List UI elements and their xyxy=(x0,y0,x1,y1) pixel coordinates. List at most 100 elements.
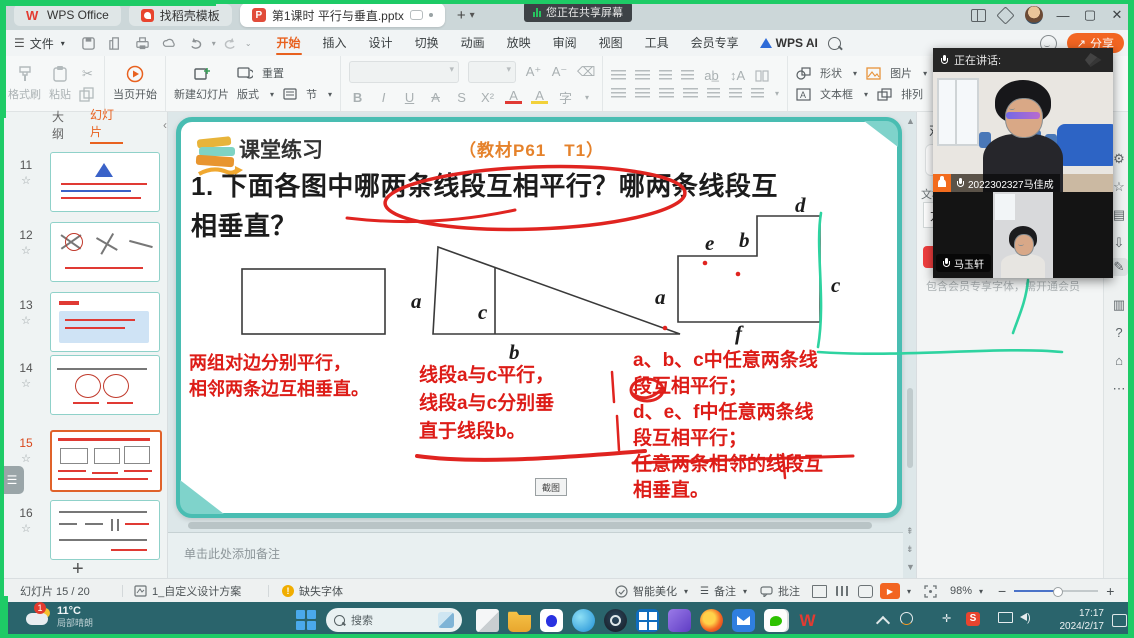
columns-icon[interactable] xyxy=(755,70,769,82)
more-icon[interactable]: ⋯ xyxy=(1110,380,1128,398)
arrange-icon[interactable] xyxy=(877,88,892,101)
menu-member[interactable]: 会员专享 xyxy=(680,30,750,56)
notification-center-icon[interactable] xyxy=(1112,614,1127,627)
sogou-icon[interactable]: S xyxy=(966,612,980,626)
meeting-panel[interactable]: 正在讲话: 2022302327马佳成 xyxy=(933,48,1113,278)
display-icon[interactable] xyxy=(998,612,1013,626)
steam-icon[interactable] xyxy=(604,609,627,632)
play-from-current-button[interactable]: 当页开始 xyxy=(113,65,157,102)
bold-button[interactable]: B xyxy=(349,90,366,105)
star-icon[interactable] xyxy=(16,174,36,187)
zoom-in-button[interactable]: + xyxy=(1106,583,1114,599)
star-icon[interactable] xyxy=(16,244,36,257)
task-view-icon[interactable] xyxy=(476,609,499,632)
notes-button[interactable]: ☰ 备注▾ xyxy=(700,579,747,603)
save-icon[interactable] xyxy=(81,36,96,51)
menu-view[interactable]: 视图 xyxy=(588,30,634,56)
taskbar-clock[interactable]: 17:17 2024/2/17 xyxy=(1046,607,1104,633)
file-explorer-icon[interactable] xyxy=(508,609,531,632)
menu-insert[interactable]: 插入 xyxy=(312,30,358,56)
split-view-icon[interactable] xyxy=(971,9,986,22)
distribute-icon[interactable] xyxy=(707,88,720,99)
quickbar-caret-icon[interactable]: ⌄ xyxy=(245,39,252,48)
account-avatar[interactable] xyxy=(1025,6,1043,24)
screenshot-button[interactable]: 截图 xyxy=(535,478,567,496)
zoom-slider[interactable] xyxy=(1014,590,1098,592)
shapes-icon[interactable] xyxy=(796,67,811,80)
slide-canvas[interactable]: 课堂练习 （教材P61 T1） 1. 下面各图中哪两条线段互相平行？哪两条线段互… xyxy=(176,117,902,518)
menu-review[interactable]: 审阅 xyxy=(542,30,588,56)
minimize-button[interactable]: — xyxy=(1056,8,1070,23)
copy-icon[interactable] xyxy=(79,87,94,102)
notes-area[interactable]: 单击此处添加备注 xyxy=(168,532,903,579)
horizontal-scrollbar[interactable] xyxy=(188,522,872,529)
menu-slideshow[interactable]: 放映 xyxy=(496,30,542,56)
star-icon[interactable] xyxy=(16,522,36,535)
font-color-button[interactable]: A xyxy=(505,90,522,104)
search-icon[interactable] xyxy=(828,37,841,50)
list-level-icon[interactable] xyxy=(751,88,764,99)
undo-icon[interactable] xyxy=(189,36,204,51)
tab-docer-templates[interactable]: 找稻壳模板 xyxy=(129,4,232,26)
arrange-button[interactable]: 排列 xyxy=(901,86,923,102)
normal-view-icon[interactable] xyxy=(812,585,827,598)
grow-font-icon[interactable]: A⁺ xyxy=(525,64,542,80)
shadow-button[interactable]: S xyxy=(453,90,470,105)
baidu-icon[interactable] xyxy=(540,609,563,632)
tab-slides[interactable]: 幻灯片 xyxy=(90,106,123,144)
italic-button[interactable]: I xyxy=(375,90,392,105)
qq-browser-icon[interactable] xyxy=(572,609,595,632)
help-icon[interactable]: ? xyxy=(1110,324,1128,342)
print-icon[interactable] xyxy=(135,36,150,51)
number-list-icon[interactable] xyxy=(635,70,650,81)
participant-video-2[interactable] xyxy=(993,192,1053,278)
align-center-icon[interactable] xyxy=(635,88,650,99)
wps-ai-label[interactable]: WPS AI xyxy=(776,36,818,50)
collapse-panel-icon[interactable]: ‹ xyxy=(163,118,167,132)
menu-transition[interactable]: 切换 xyxy=(404,30,450,56)
skin-icon[interactable]: ⌂ xyxy=(1110,352,1128,370)
align-left-icon[interactable] xyxy=(611,88,626,99)
start-button[interactable] xyxy=(296,610,316,630)
outdent-icon[interactable] xyxy=(659,70,672,81)
photos-app-icon[interactable] xyxy=(668,609,691,632)
line-spacing-icon[interactable]: ↕A xyxy=(729,68,746,83)
picture-button[interactable]: 图片 xyxy=(890,65,912,81)
font-size-combo[interactable] xyxy=(468,61,516,83)
maximize-button[interactable]: ▢ xyxy=(1083,7,1097,23)
fit-slide-button[interactable] xyxy=(924,579,937,603)
zoom-out-button[interactable]: − xyxy=(998,583,1006,599)
reset-icon[interactable] xyxy=(237,66,253,80)
align-right-icon[interactable] xyxy=(659,88,674,99)
zoom-level[interactable]: 98%▾ xyxy=(950,579,983,603)
slideshow-button[interactable]: ▶ ▾ xyxy=(880,579,911,603)
tray-expand-chevron[interactable] xyxy=(876,616,890,630)
tab-wps-office[interactable]: W WPS Office xyxy=(14,4,121,26)
comments-button[interactable]: 批注 xyxy=(760,579,800,603)
indent-icon[interactable] xyxy=(681,70,694,81)
mail-app-icon[interactable] xyxy=(732,609,755,632)
smart-beautify-button[interactable]: 智能美化▾ xyxy=(615,579,688,603)
section-icon[interactable] xyxy=(283,88,297,100)
slide-thumbnail-11[interactable] xyxy=(50,152,160,212)
slide-thumbnail-12[interactable] xyxy=(50,222,160,282)
section-button[interactable]: 节 xyxy=(306,86,317,102)
reset-label[interactable]: 重置 xyxy=(262,65,284,81)
missing-font-warning[interactable]: ! 缺失字体 xyxy=(282,579,343,603)
workspace-icon[interactable] xyxy=(996,6,1014,24)
tab-outline[interactable]: 大纲 xyxy=(52,108,74,142)
redo-icon[interactable] xyxy=(222,36,237,51)
paste-button[interactable]: 粘贴 xyxy=(49,65,71,102)
scroll-up-icon[interactable]: ▲ xyxy=(906,116,915,126)
wechat-icon[interactable] xyxy=(764,609,787,632)
shrink-font-icon[interactable]: A⁻ xyxy=(551,64,568,80)
bullet-list-icon[interactable] xyxy=(611,70,626,81)
shapes-button[interactable]: 形状 xyxy=(820,65,842,81)
picture-icon[interactable] xyxy=(866,67,881,80)
reading-view-icon[interactable] xyxy=(858,585,873,598)
export-icon[interactable] xyxy=(108,36,123,51)
close-button[interactable]: ✕ xyxy=(1110,7,1124,23)
new-tab-button[interactable]: + xyxy=(457,7,466,24)
next-slide-icon[interactable]: ⇟ xyxy=(906,544,914,555)
reading-icon[interactable]: ▥ xyxy=(1110,296,1128,314)
